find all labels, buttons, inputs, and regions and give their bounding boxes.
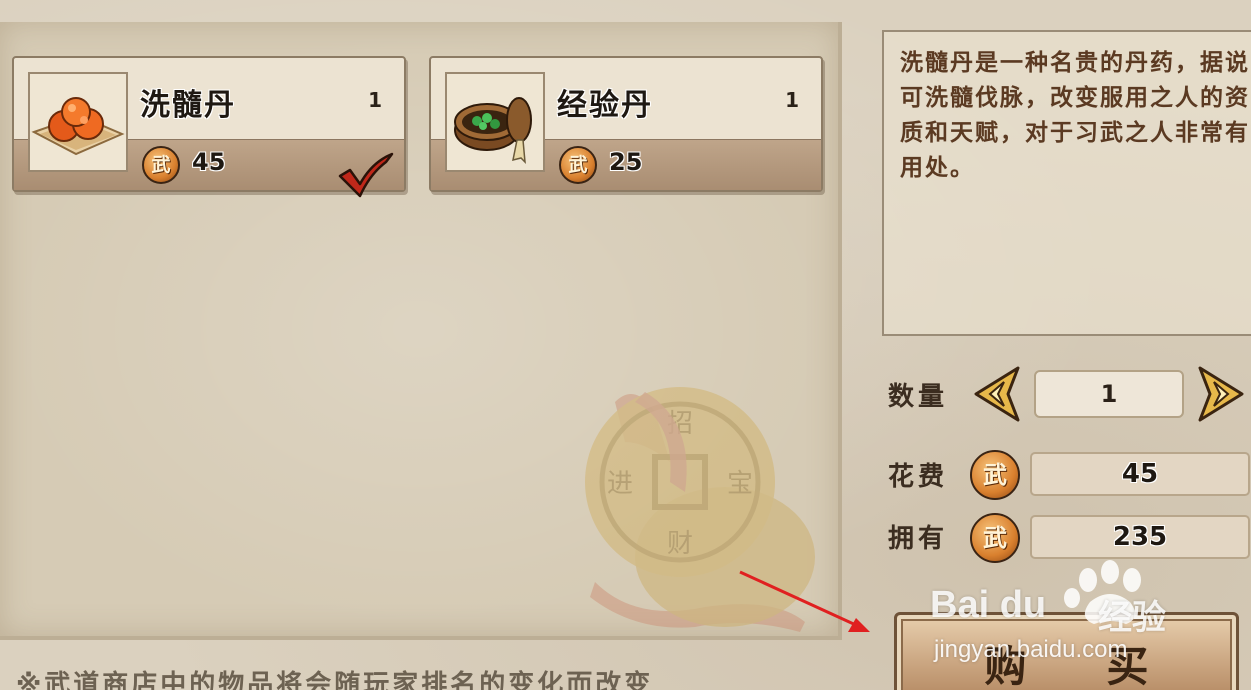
shop-item-card[interactable]: 经验丹 1 武 25 [429,56,823,192]
baidu-url: jingyan.baidu.com [934,636,1128,663]
svg-text:宝: 宝 [727,469,753,499]
item-name: 经验丹 [557,88,653,123]
item-price: 45 [192,148,226,176]
svg-text:财: 财 [667,529,693,559]
item-count: 1 [368,88,382,112]
cost-label: 花费 [888,462,949,492]
wu-currency-icon: 武 [970,450,1020,500]
baidu-logo: Bai du [930,584,1047,626]
item-thumbnail [445,72,545,172]
item-price: 25 [609,148,643,176]
red-arrow-icon [739,570,870,632]
wu-currency-icon: 武 [559,146,597,184]
item-name: 洗髓丹 [140,88,236,123]
wu-currency-icon: 武 [970,513,1020,563]
shop-item-card[interactable]: 洗髓丹 1 武 45 [12,56,406,198]
quantity-label: 数量 [888,382,949,412]
oranges-on-cloth-icon [31,97,125,156]
checkmark-icon [338,152,394,198]
item-thumbnail [28,72,128,172]
box-corner [882,30,894,42]
owned-label: 拥有 [888,524,949,554]
item-description-box: 洗髓丹是一种名贵的丹药，据说可洗髓伐脉，改变服用之人的资质和天赋，对于习武之人非… [882,30,1251,336]
quantity-input[interactable]: 1 [1034,370,1184,418]
box-corner [882,324,894,336]
svg-text:进: 进 [607,469,633,499]
wu-currency-icon: 武 [142,146,180,184]
shop-notice: ※武道商店中的物品将会随玩家排名的变化而改变 [16,670,654,690]
item-count: 1 [785,88,799,112]
baidu-jingyan-label: 经验 [1098,598,1166,638]
pill-box-icon [454,97,532,164]
owned-value: 235 [1030,515,1250,559]
shop-screen: 招 财 进 宝 洗髓丹 1 武 45 经验丹 1 武 25 ※武道商店中的物品将… [0,0,1251,690]
item-description: 洗髓丹是一种名贵的丹药，据说可洗髓伐脉，改变服用之人的资质和天赋，对于习武之人非… [900,50,1250,181]
shop-item-panel: 招 财 进 宝 洗髓丹 1 武 45 经验丹 1 武 25 [0,22,842,640]
decrease-quantity-button[interactable] [968,364,1022,424]
increase-quantity-button[interactable] [1196,364,1250,424]
cost-value: 45 [1030,452,1250,496]
